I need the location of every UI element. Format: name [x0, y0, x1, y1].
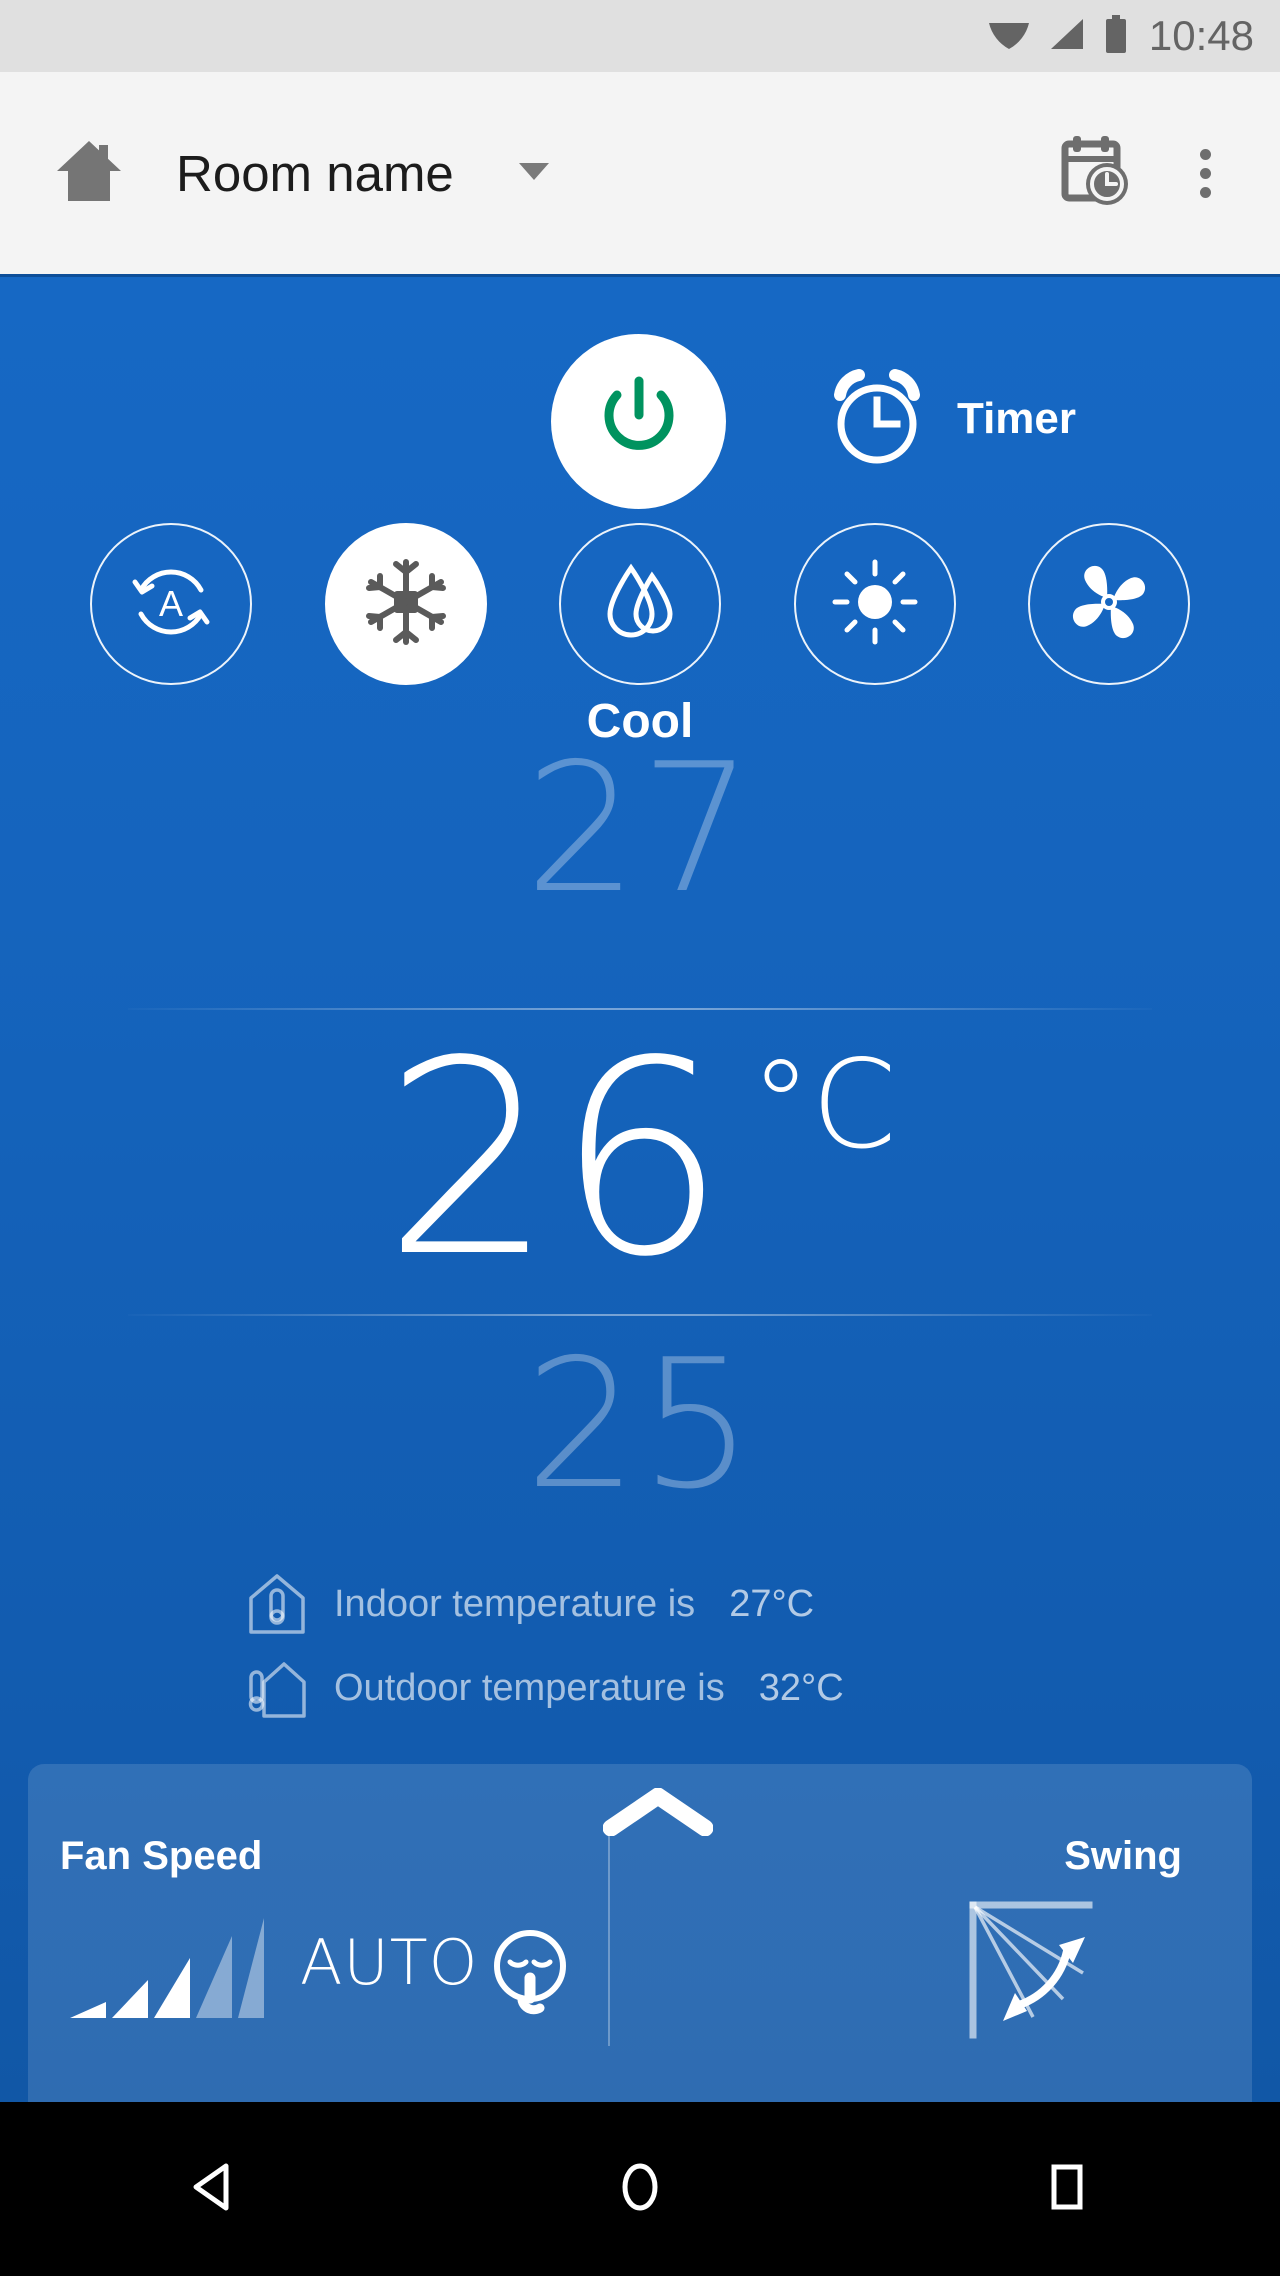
- temperature-current: 26: [383, 1004, 729, 1316]
- fan-icon: [1063, 556, 1155, 653]
- svg-text:A: A: [159, 583, 183, 624]
- alarm-clock-icon: [825, 362, 929, 477]
- wifi-icon: [987, 17, 1031, 56]
- android-nav-bar: [0, 2102, 1280, 2276]
- mode-button-heat[interactable]: [793, 523, 956, 685]
- swing-button[interactable]: [956, 1892, 1106, 2052]
- fan-speed-level-icon: [70, 1918, 264, 2018]
- back-triangle-icon: [182, 2156, 244, 2223]
- home-icon: [53, 135, 125, 212]
- status-bar-clock: 10:48: [1148, 12, 1254, 59]
- mode-button-cool[interactable]: [324, 523, 487, 685]
- app-bar-shadow: [0, 274, 1280, 277]
- room-dropdown-button[interactable]: [504, 143, 564, 203]
- expand-panel-button[interactable]: [598, 1787, 718, 1841]
- temperature-above[interactable]: 27: [0, 735, 1280, 923]
- recents-square-icon: [1036, 2156, 1098, 2223]
- temperature-divider-bottom: [128, 1314, 1152, 1316]
- temperature-below[interactable]: 25: [0, 1331, 1280, 1519]
- status-bar: 10:48: [0, 0, 1280, 72]
- calendar-clock-icon: [1057, 134, 1129, 213]
- indoor-thermometer-icon: [246, 1572, 308, 1636]
- mode-button-fan[interactable]: [1028, 523, 1190, 685]
- overflow-menu-button[interactable]: [1176, 134, 1234, 212]
- snowflake-icon: [360, 556, 452, 653]
- timer-label: Timer: [957, 394, 1077, 443]
- chevron-up-icon: [602, 1787, 714, 1841]
- page-title: Room name: [176, 144, 454, 202]
- nav-back-button[interactable]: [133, 2129, 293, 2249]
- nav-home-button[interactable]: [560, 2129, 720, 2249]
- power-button[interactable]: [551, 334, 726, 509]
- timer-button[interactable]: Timer: [825, 354, 1076, 484]
- ac-control-panel: Timer A Cool 27 26 °C 25 Indoor temperat…: [0, 274, 1280, 2102]
- fan-speed-bars[interactable]: [68, 1916, 264, 2022]
- indoor-temperature-value: 27°C: [729, 1582, 815, 1625]
- power-icon: [587, 367, 691, 476]
- quiet-mode-button[interactable]: [480, 1922, 580, 2022]
- auto-mode-icon: A: [125, 556, 217, 653]
- swing-arc-icon: [963, 1895, 1099, 2050]
- home-button[interactable]: [50, 134, 128, 212]
- outdoor-temperature-label: Outdoor temperature is: [334, 1666, 725, 1709]
- phone-screen: 10:48 Room name Timer A Cool 27 26 °C 25…: [0, 0, 1280, 2276]
- home-circle-icon: [609, 2156, 671, 2223]
- temperature-unit: °C: [750, 1034, 897, 1176]
- overflow-menu-icon-dot3: [1199, 186, 1211, 198]
- fan-swing-panel: Fan Speed Swing AUTO: [28, 1764, 1252, 2102]
- swing-label: Swing: [1064, 1834, 1182, 1878]
- app-bar: Room name: [0, 72, 1280, 274]
- schedule-button[interactable]: [1054, 134, 1132, 212]
- temperature-readings: Indoor temperature is 27°C Outdoor tempe…: [0, 1562, 1280, 1730]
- sun-icon: [829, 556, 921, 653]
- indoor-temperature-label: Indoor temperature is: [334, 1582, 696, 1625]
- nav-recents-button[interactable]: [987, 2129, 1147, 2249]
- mode-button-dry[interactable]: [559, 523, 721, 685]
- panel-vertical-divider: [608, 1830, 610, 2046]
- mode-button-auto[interactable]: A: [90, 523, 252, 685]
- overflow-menu-icon: [1199, 148, 1211, 160]
- temperature-current-wrap[interactable]: 26 °C: [0, 1026, 1280, 1294]
- battery-icon: [1103, 14, 1129, 58]
- outdoor-thermometer-icon: [246, 1656, 308, 1720]
- outdoor-temperature-value: 32°C: [758, 1666, 844, 1709]
- quiet-mode-icon: [484, 1922, 576, 2023]
- fan-speed-label: Fan Speed: [60, 1834, 263, 1878]
- outdoor-temperature-row: Outdoor temperature is 32°C: [0, 1646, 1280, 1730]
- water-drop-icon: [594, 556, 686, 653]
- overflow-menu-icon-dot2: [1199, 167, 1211, 179]
- chevron-down-icon: [517, 160, 551, 187]
- indoor-temperature-row: Indoor temperature is 27°C: [0, 1562, 1280, 1646]
- mode-selector-row: A: [0, 504, 1280, 704]
- fan-speed-value[interactable]: AUTO: [300, 1926, 478, 1999]
- cellular-signal-icon: [1047, 17, 1087, 56]
